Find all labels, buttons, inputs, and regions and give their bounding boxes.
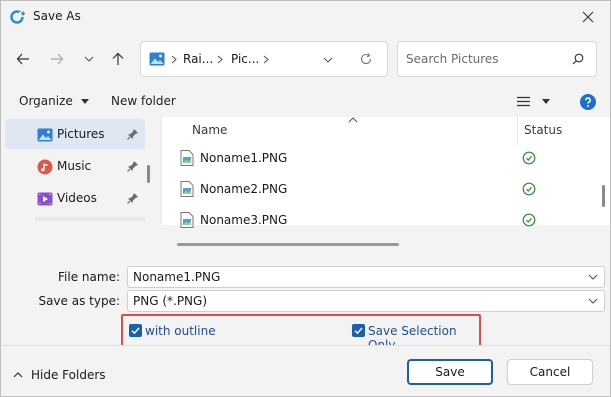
window-title: Save As: [33, 9, 81, 23]
file-name: Noname1.PNG: [200, 151, 288, 165]
search-box[interactable]: [397, 41, 597, 77]
navigation-pane: Pictures Music Videos: [1, 117, 155, 225]
caret-down-icon: [541, 99, 550, 104]
sidebar-item-label: Music: [57, 159, 92, 173]
chevron-down-icon: [84, 56, 94, 62]
file-name-value: Noname1.PNG: [133, 270, 221, 284]
pin-icon[interactable]: [127, 128, 139, 140]
sidebar-item-label: Pictures: [57, 127, 105, 141]
search-icon[interactable]: [572, 53, 584, 65]
file-name-label: File name:: [58, 270, 120, 284]
arrow-right-icon: [51, 53, 64, 65]
file-row[interactable]: Noname3.PNG: [180, 209, 590, 231]
breadcrumb-separator-icon: [171, 55, 177, 64]
breadcrumb-item[interactable]: Pic...: [231, 52, 259, 66]
app-icon: [10, 10, 25, 24]
breadcrumb-separator-icon: [263, 55, 269, 64]
save-selection-only-checkbox[interactable]: [352, 324, 365, 337]
address-dropdown-icon[interactable]: [323, 55, 333, 65]
save-as-type-value: PNG (*.PNG): [133, 294, 208, 308]
column-header-name[interactable]: Name: [192, 123, 227, 137]
arrow-up-icon: [112, 52, 124, 65]
png-file-icon: [180, 181, 194, 197]
help-icon: [580, 94, 596, 110]
chevron-up-icon: [13, 372, 23, 378]
pictures-icon: [37, 128, 53, 142]
arrow-left-icon: [16, 53, 29, 65]
chevron-down-icon[interactable]: [588, 272, 598, 282]
cancel-button[interactable]: Cancel: [507, 359, 593, 385]
vertical-scrollbar[interactable]: [602, 185, 605, 207]
synced-check-icon: [522, 182, 536, 196]
sort-ascending-icon[interactable]: [348, 117, 358, 123]
recent-locations-button[interactable]: [77, 47, 101, 71]
horizontal-scrollbar[interactable]: [177, 243, 399, 246]
save-as-type-label: Save as type:: [38, 294, 120, 308]
file-list: Name Status Noname1.PNG Noname2.PNG Nona…: [161, 117, 610, 246]
checkmark-icon: [354, 327, 363, 335]
options-highlight: with outline Save Selection Only: [121, 314, 481, 352]
file-row[interactable]: Noname1.PNG: [180, 147, 590, 169]
checkmark-icon: [131, 327, 140, 335]
sidebar-divider: [35, 217, 145, 221]
file-name-field[interactable]: Noname1.PNG: [127, 266, 605, 288]
videos-icon: [37, 192, 53, 206]
with-outline-label[interactable]: with outline: [145, 324, 216, 338]
close-icon: [582, 11, 594, 23]
address-bar[interactable]: Rai... Pic...: [140, 41, 388, 77]
file-name: Noname2.PNG: [200, 182, 288, 196]
hide-folders-button[interactable]: Hide Folders: [13, 368, 106, 382]
pin-icon[interactable]: [127, 160, 139, 172]
caret-down-icon: [80, 98, 89, 104]
file-row[interactable]: Noname2.PNG: [180, 178, 590, 200]
save-button[interactable]: Save: [407, 359, 493, 385]
sidebar-item-pictures[interactable]: Pictures: [5, 119, 145, 149]
organize-menu[interactable]: Organize: [19, 94, 89, 108]
help-button[interactable]: [580, 94, 596, 113]
synced-check-icon: [522, 213, 536, 227]
sidebar-item-videos[interactable]: Videos: [5, 183, 145, 213]
up-button[interactable]: [106, 47, 130, 71]
title-bar: Save As: [1, 1, 610, 33]
sidebar-item-label: Videos: [57, 191, 97, 205]
chevron-down-icon[interactable]: [588, 296, 598, 306]
png-file-icon: [180, 212, 194, 228]
search-input[interactable]: [406, 50, 566, 68]
breadcrumb-item[interactable]: Rai...: [183, 52, 213, 66]
sidebar-item-music[interactable]: Music: [5, 151, 145, 181]
organize-label: Organize: [19, 94, 73, 108]
synced-check-icon: [522, 151, 536, 165]
refresh-icon[interactable]: [359, 52, 373, 66]
save-as-dialog: Save As Rai... Pic... Search Pictures Or…: [0, 0, 611, 397]
pictures-folder-icon: [149, 52, 165, 66]
sidebar-scrollbar[interactable]: [147, 165, 150, 183]
png-file-icon: [180, 150, 194, 166]
close-button[interactable]: [566, 1, 610, 33]
with-outline-checkbox[interactable]: [129, 324, 142, 337]
hide-folders-label: Hide Folders: [31, 368, 106, 382]
new-folder-button[interactable]: New folder: [111, 94, 176, 108]
column-divider[interactable]: [517, 117, 518, 145]
save-as-type-select[interactable]: PNG (*.PNG): [127, 290, 605, 312]
toolbar: Organize New folder: [1, 89, 610, 115]
column-header-status[interactable]: Status: [524, 123, 562, 137]
list-view-icon: [517, 96, 530, 107]
file-name: Noname3.PNG: [200, 213, 288, 227]
forward-button[interactable]: [45, 47, 69, 71]
view-options-button[interactable]: [517, 96, 550, 110]
back-button[interactable]: [11, 47, 35, 71]
breadcrumb-separator-icon: [217, 55, 223, 64]
music-icon: [37, 159, 53, 175]
pin-icon[interactable]: [127, 192, 139, 204]
